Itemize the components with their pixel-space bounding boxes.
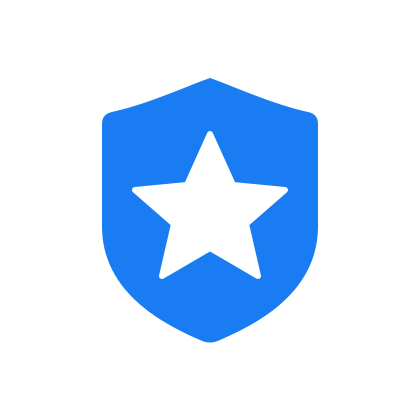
shield-star-icon: [0, 0, 420, 420]
app-icon-canvas: [0, 0, 420, 420]
shield-star-svg: [102, 78, 318, 343]
